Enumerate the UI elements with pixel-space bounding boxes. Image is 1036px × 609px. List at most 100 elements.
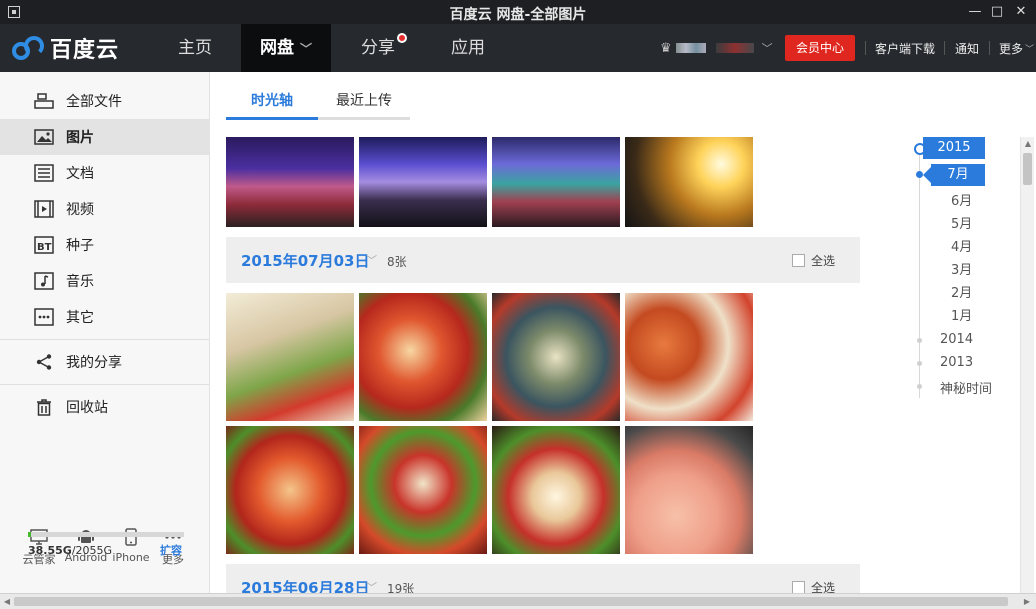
- photo-thumbnail[interactable]: [492, 426, 620, 554]
- top-navigation: 百度云 主页 网盘 ﹀ 分享 应用 ♛ ﹀ 会员中心 客户端下载 通知 更多 ﹀: [0, 24, 1036, 72]
- notifications-link[interactable]: 通知: [955, 40, 979, 57]
- divider: [0, 384, 209, 385]
- expand-storage-link[interactable]: 扩容: [160, 542, 182, 558]
- sidebar-item-all-files[interactable]: 全部文件: [0, 83, 209, 119]
- nav-tab-apps[interactable]: 应用: [430, 24, 506, 72]
- more-dots-icon: [34, 308, 54, 326]
- notification-dot: [397, 33, 407, 43]
- photo-thumbnail[interactable]: [359, 293, 487, 421]
- phone-icon: [110, 527, 152, 547]
- tab-recent-uploads[interactable]: 最近上传: [318, 90, 410, 120]
- sidebar-item-recycle-bin[interactable]: 回收站: [0, 389, 209, 425]
- timeline-month[interactable]: 2月: [951, 282, 972, 301]
- client-download-link[interactable]: 客户端下载: [875, 40, 935, 57]
- divider: [989, 41, 990, 55]
- main-content: 时光轴 最近上传 2015年07月03日 ﹀ 8张 全选 2015年06月28日…: [211, 72, 1020, 597]
- chevron-down-icon[interactable]: ﹀: [1025, 42, 1034, 55]
- sidebar-item-documents[interactable]: 文档: [0, 155, 209, 191]
- trash-icon: [34, 398, 54, 416]
- sidebar-item-my-share[interactable]: 我的分享: [0, 344, 209, 380]
- photo-thumbnail[interactable]: [359, 426, 487, 554]
- sidebar-item-torrents[interactable]: BT 种子: [0, 227, 209, 263]
- scrollbar-thumb[interactable]: [1023, 153, 1032, 185]
- sidebar-item-label: 文档: [66, 166, 94, 182]
- group-count: 8张: [387, 255, 407, 269]
- sidebar-item-videos[interactable]: 视频: [0, 191, 209, 227]
- folder-icon: [34, 92, 54, 110]
- select-all-label[interactable]: 全选: [811, 252, 835, 269]
- timeline-year-marker: [917, 338, 922, 343]
- sidebar-item-label: 其它: [66, 310, 94, 326]
- minimize-icon[interactable]: —: [966, 3, 984, 21]
- timeline-month[interactable]: 6月: [951, 190, 972, 209]
- nav-tab-share[interactable]: 分享: [338, 24, 418, 72]
- logo-text: 百度云: [50, 38, 120, 63]
- sidebar-item-label: 图片: [66, 130, 94, 146]
- photo-thumbnail[interactable]: [226, 426, 354, 554]
- timeline-year[interactable]: 2013: [940, 355, 973, 370]
- storage-quota-text: 38.55G/2055G: [28, 544, 112, 557]
- vertical-scrollbar[interactable]: ▲: [1020, 137, 1034, 594]
- image-icon: [34, 128, 54, 146]
- scroll-up-icon[interactable]: ▲: [1021, 137, 1035, 151]
- divider: [0, 339, 209, 340]
- storage-total: /2055G: [71, 544, 113, 557]
- svg-text:BT: BT: [37, 242, 52, 253]
- tab-label: 时光轴: [251, 93, 293, 109]
- chevron-down-icon[interactable]: ﹀: [366, 252, 377, 268]
- photo-thumbnail[interactable]: [625, 137, 753, 227]
- timeline-month[interactable]: 1月: [951, 305, 972, 324]
- timeline-month[interactable]: 4月: [951, 236, 972, 255]
- divider: [944, 41, 945, 55]
- timeline-year-2015[interactable]: 2015: [923, 137, 985, 159]
- photo-thumbnail[interactable]: [625, 426, 753, 554]
- sidebar: 全部文件 图片 文档 视频 BT 种子 音乐 其它 我的分享 回收站 云管家 A…: [0, 72, 210, 597]
- sidebar-item-music[interactable]: 音乐: [0, 263, 209, 299]
- timeline-year-marker: [917, 361, 922, 366]
- nav-tab-label: 网盘: [259, 38, 294, 58]
- logo-mark-icon: [12, 34, 48, 62]
- horizontal-scrollbar[interactable]: ◀ ▶: [0, 593, 1036, 609]
- photo-thumbnail[interactable]: [625, 293, 753, 421]
- scrollbar-thumb[interactable]: [14, 597, 1008, 606]
- crown-icon: ♛: [660, 40, 672, 56]
- photo-thumbnail[interactable]: [226, 293, 354, 421]
- baidu-cloud-logo[interactable]: 百度云: [12, 32, 119, 64]
- scroll-left-icon[interactable]: ◀: [0, 594, 14, 609]
- timeline-month-active[interactable]: 7月: [923, 164, 985, 186]
- sidebar-item-label: 我的分享: [66, 355, 122, 371]
- device-label: iPhone: [112, 551, 150, 564]
- sidebar-item-label: 视频: [66, 202, 94, 218]
- chevron-down-icon: ﹀: [761, 42, 773, 55]
- timeline-year[interactable]: 2014: [940, 332, 973, 347]
- photo-thumbnail[interactable]: [492, 293, 620, 421]
- group-date[interactable]: 2015年07月03日: [241, 250, 370, 271]
- tab-timeline[interactable]: 时光轴: [226, 90, 318, 120]
- maximize-icon[interactable]: □: [988, 3, 1006, 21]
- sidebar-item-label: 回收站: [66, 400, 108, 416]
- timeline-year[interactable]: 神秘时间: [940, 378, 992, 397]
- share-icon: [34, 353, 54, 371]
- select-all-checkbox[interactable]: [792, 254, 805, 267]
- sidebar-item-other[interactable]: 其它: [0, 299, 209, 335]
- nav-tab-home[interactable]: 主页: [152, 24, 238, 72]
- photo-thumbnail[interactable]: [492, 137, 620, 227]
- close-icon[interactable]: ✕: [1012, 3, 1030, 21]
- scroll-right-icon[interactable]: ▶: [1020, 594, 1034, 609]
- sidebar-item-images[interactable]: 图片: [0, 119, 209, 155]
- timeline-month[interactable]: 3月: [951, 259, 972, 278]
- nav-tab-netdisk[interactable]: 网盘 ﹀: [241, 24, 331, 72]
- photo-thumbnail[interactable]: [359, 137, 487, 227]
- nav-tab-label: 应用: [451, 38, 485, 58]
- storage-quota-bar: [28, 532, 184, 537]
- window-title: 百度云 网盘-全部图片: [449, 7, 587, 23]
- storage-used: 38.55G: [28, 544, 72, 557]
- timeline-month-marker: [916, 171, 923, 178]
- timeline-month[interactable]: 5月: [951, 213, 972, 232]
- tab-label: 最近上传: [336, 93, 392, 109]
- more-link[interactable]: 更多: [999, 40, 1023, 57]
- vip-center-button[interactable]: 会员中心: [785, 35, 855, 61]
- user-account[interactable]: ♛ ﹀: [660, 38, 773, 58]
- torrent-icon: BT: [34, 236, 54, 254]
- photo-thumbnail[interactable]: [226, 137, 354, 227]
